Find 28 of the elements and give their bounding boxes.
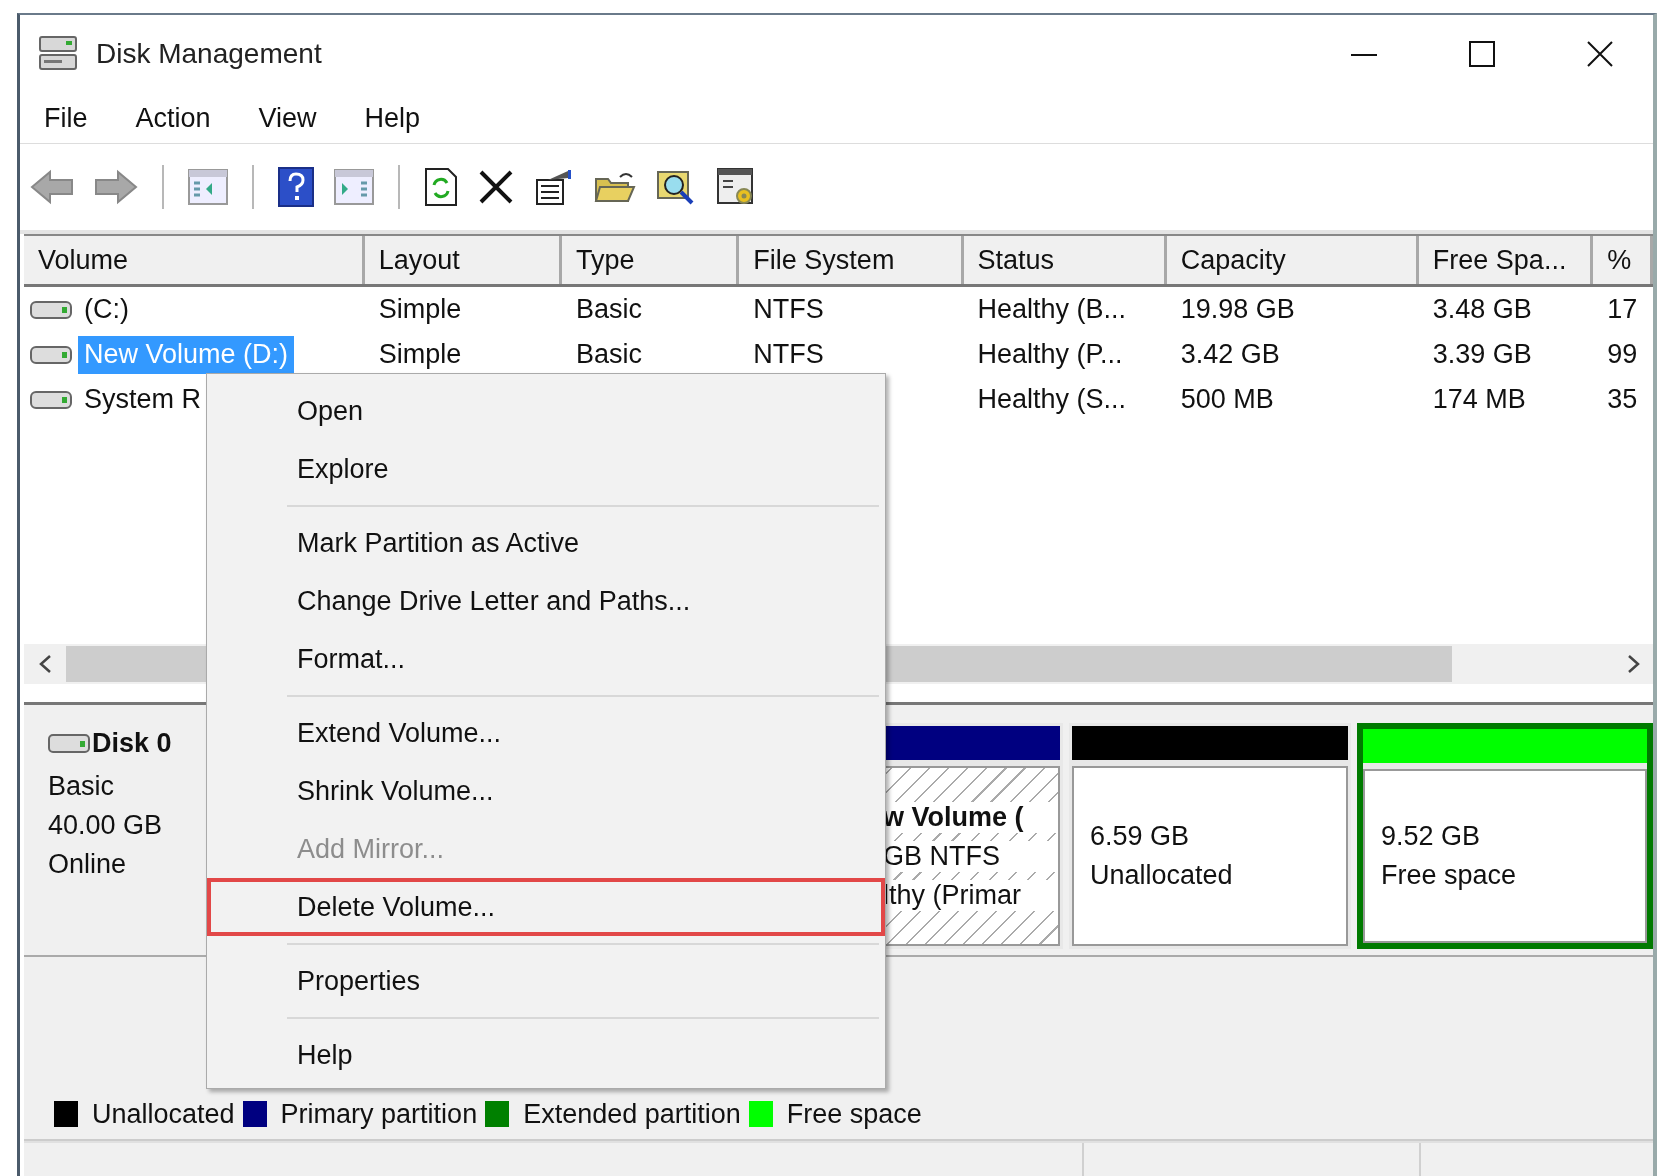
legend-label: Free space: [786, 1098, 922, 1130]
partition-info: GB NTFS: [883, 840, 1058, 872]
legend-label: Primary partition: [280, 1098, 478, 1130]
table-cell: Basic: [575, 294, 642, 325]
table-cell: 174 MB: [1432, 384, 1526, 415]
table-cell: Healthy (B...: [977, 294, 1127, 325]
table-cell: 19.98 GB: [1180, 294, 1295, 325]
table-cell: Simple: [378, 294, 462, 325]
legend-label: Unallocated: [92, 1098, 235, 1130]
table-cell: NTFS: [753, 339, 824, 370]
table-cell: 17: [1607, 294, 1638, 325]
table-cell: 99: [1607, 339, 1638, 370]
table-cell: Basic: [575, 339, 642, 370]
disk-status: Online: [48, 849, 128, 880]
window-title: Disk Management: [96, 38, 322, 70]
table-cell: NTFS: [753, 294, 824, 325]
disk-type: Basic: [48, 771, 116, 802]
table-cell: 3.42 GB: [1180, 339, 1280, 370]
table-cell: 500 MB: [1180, 384, 1274, 415]
table-cell: 3.48 GB: [1432, 294, 1532, 325]
table-cell: 35: [1607, 384, 1638, 415]
table-cell: Simple: [378, 339, 462, 370]
legend-label: Extended partition: [523, 1098, 741, 1130]
table-cell: Healthy (S...: [977, 384, 1127, 415]
disk-name: Disk 0: [92, 727, 172, 759]
table-cell: 3.39 GB: [1432, 339, 1532, 370]
disk-size: 40.00 GB: [48, 810, 164, 841]
table-cell: Healthy (P...: [977, 339, 1123, 370]
